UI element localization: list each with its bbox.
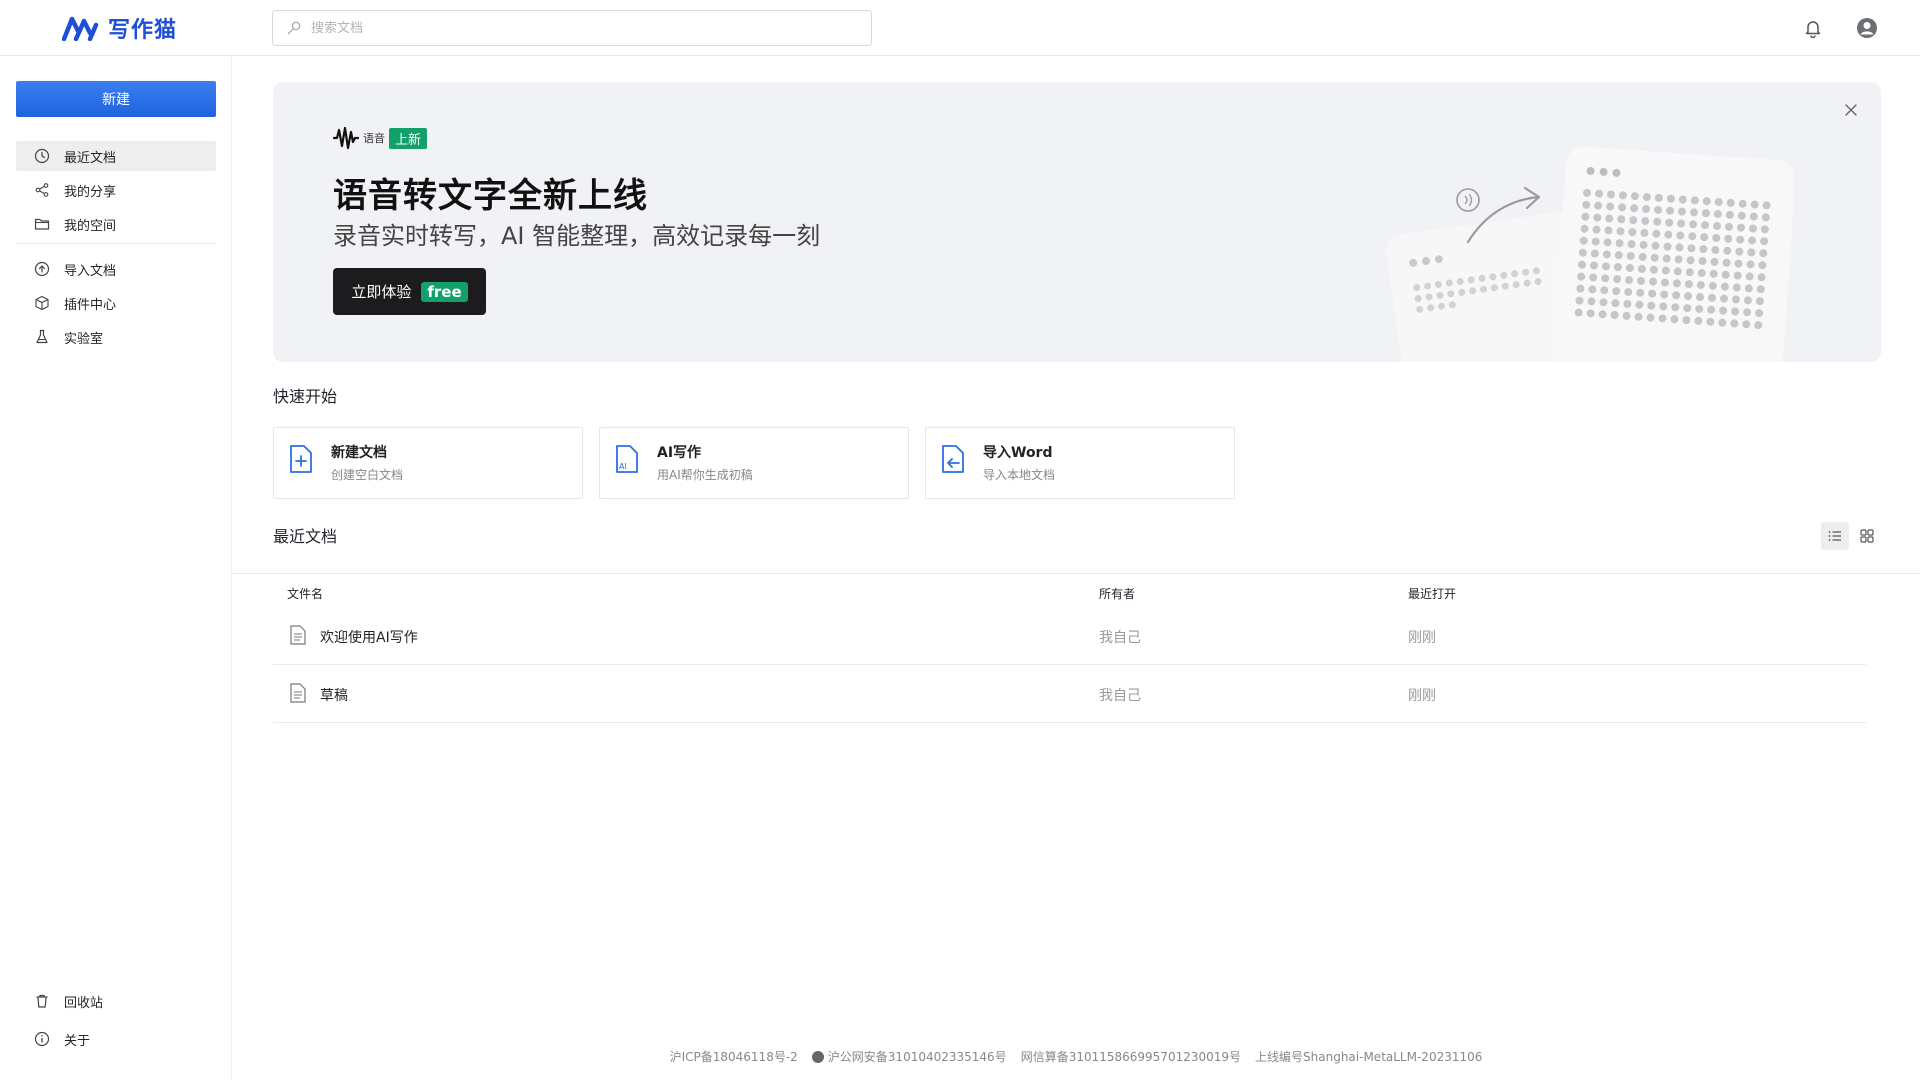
- sidebar: 新建 最近文档 我的分享 我的空间 导入文档 插件中心 实验室 回收站 关于: [0, 56, 232, 1080]
- sidebar-item-lab[interactable]: 实验室: [16, 322, 216, 352]
- clock-icon: [34, 148, 50, 164]
- column-header-last-opened[interactable]: 最近打开: [1408, 585, 1456, 602]
- trash-icon: [36, 994, 48, 1008]
- banner-new-badge: 上新: [389, 127, 428, 149]
- sidebar-item-label: 我的空间: [64, 218, 117, 234]
- logo-mark-icon: [62, 16, 99, 41]
- sidebar-item-trash[interactable]: 回收站: [16, 986, 216, 1016]
- document-owner: 我自己: [1099, 630, 1141, 646]
- list-view-icon[interactable]: [1821, 522, 1849, 550]
- sidebar-item-label: 最近文档: [64, 150, 117, 166]
- footer: 沪ICP备18046118号-2 沪公网安备31010402335146号 网信…: [232, 1048, 1920, 1065]
- top-bar: 写作猫: [0, 0, 1920, 56]
- try-now-button[interactable]: 立即体验 free: [333, 268, 486, 315]
- sidebar-nav: 最近文档 我的分享 我的空间 导入文档 插件中心 实验室: [16, 141, 216, 356]
- sidebar-bottom: 回收站 关于: [16, 986, 216, 1058]
- document-time: 刚刚: [1408, 630, 1436, 646]
- banner-illustration: [1386, 146, 1793, 362]
- view-toggle: [1817, 522, 1881, 550]
- promo-banner: 语音 上新 语音转文字全新上线 录音实时转写，AI 智能整理，高效记录每一刻 立…: [273, 82, 1881, 362]
- ai-file-icon: AI: [616, 445, 638, 473]
- ai-writing-card[interactable]: AI AI写作 用AI帮你生成初稿: [599, 427, 909, 499]
- police-badge-icon: [811, 1050, 824, 1063]
- card-title: 新建文档: [331, 445, 387, 461]
- new-document-button[interactable]: 新建: [16, 81, 216, 117]
- share-icon: [35, 183, 49, 197]
- document-owner: 我自己: [1099, 688, 1141, 704]
- sidebar-item-shared[interactable]: 我的分享: [16, 175, 216, 205]
- column-header-owner[interactable]: 所有者: [1099, 585, 1135, 602]
- try-now-label: 立即体验: [351, 283, 412, 301]
- sidebar-item-label: 回收站: [64, 995, 104, 1011]
- user-avatar-icon[interactable]: [1855, 16, 1879, 40]
- table-divider: [232, 573, 1920, 574]
- sidebar-item-label: 实验室: [64, 331, 104, 347]
- search-box[interactable]: [272, 10, 872, 46]
- svg-text:AI: AI: [619, 462, 627, 471]
- sidebar-item-plugins[interactable]: 插件中心: [16, 288, 216, 318]
- info-icon: [34, 1031, 50, 1047]
- notification-bell-icon[interactable]: [1801, 16, 1825, 40]
- police-record[interactable]: 沪公网安备31010402335146号: [811, 1048, 1007, 1065]
- document-name: 草稿: [320, 688, 348, 704]
- sidebar-item-about[interactable]: 关于: [16, 1024, 216, 1054]
- folder-icon: [34, 218, 50, 230]
- card-desc: 用AI帮你生成初稿: [657, 468, 753, 482]
- algorithm-record[interactable]: 网信算备310115866995701230019号: [1021, 1048, 1241, 1065]
- search-input[interactable]: [311, 20, 831, 36]
- import-word-card[interactable]: 导入Word 导入本地文档: [925, 427, 1235, 499]
- card-title: 导入Word: [983, 445, 1053, 461]
- sidebar-item-label: 导入文档: [64, 263, 117, 279]
- close-icon[interactable]: [1841, 100, 1861, 120]
- banner-title: 语音转文字全新上线: [333, 176, 648, 216]
- search-icon: [287, 21, 301, 35]
- sidebar-divider: [16, 243, 216, 244]
- table-row[interactable]: 草稿 我自己 刚刚: [273, 665, 1866, 723]
- sidebar-item-label: 我的分享: [64, 184, 117, 200]
- file-plus-icon: [290, 445, 312, 473]
- sidebar-item-import[interactable]: 导入文档: [16, 254, 216, 284]
- cube-icon: [35, 295, 49, 311]
- quick-start-title: 快速开始: [273, 387, 338, 406]
- document-time: 刚刚: [1408, 688, 1436, 704]
- grid-view-icon[interactable]: [1853, 522, 1881, 550]
- free-badge: free: [421, 281, 468, 302]
- model-record[interactable]: 上线编号Shanghai-MetaLLM-20231106: [1255, 1048, 1482, 1065]
- table-row[interactable]: 欢迎使用AI写作 我自己 刚刚: [273, 607, 1866, 665]
- flask-icon: [36, 329, 48, 344]
- document-icon: [290, 683, 306, 703]
- document-icon: [290, 625, 306, 645]
- column-header-filename[interactable]: 文件名: [287, 585, 323, 602]
- card-desc: 创建空白文档: [331, 468, 404, 482]
- sidebar-item-recent[interactable]: 最近文档: [16, 141, 216, 171]
- document-name: 欢迎使用AI写作: [320, 630, 418, 646]
- waveform-icon: [333, 126, 359, 150]
- banner-tag-small: 语音: [363, 132, 385, 145]
- icp-link[interactable]: 沪ICP备18046118号-2: [670, 1048, 798, 1065]
- sidebar-item-space[interactable]: 我的空间: [16, 209, 216, 239]
- banner-subtitle: 录音实时转写，AI 智能整理，高效记录每一刻: [333, 222, 821, 250]
- card-title: AI写作: [657, 445, 702, 461]
- police-record-text: 沪公网安备31010402335146号: [827, 1050, 1007, 1064]
- card-desc: 导入本地文档: [983, 468, 1056, 482]
- app-logo[interactable]: 写作猫: [62, 12, 177, 44]
- banner-tag: 语音 上新: [333, 126, 428, 150]
- file-import-icon: [942, 445, 964, 473]
- recent-documents-title: 最近文档: [273, 527, 338, 546]
- upload-icon: [34, 261, 50, 277]
- logo-text: 写作猫: [108, 17, 178, 43]
- new-document-card[interactable]: 新建文档 创建空白文档: [273, 427, 583, 499]
- sidebar-item-label: 插件中心: [64, 297, 117, 313]
- sidebar-item-label: 关于: [64, 1033, 91, 1049]
- quick-start-cards: 新建文档 创建空白文档 AI AI写作 用AI帮你生成初稿 导入Word 导入本…: [273, 427, 1251, 499]
